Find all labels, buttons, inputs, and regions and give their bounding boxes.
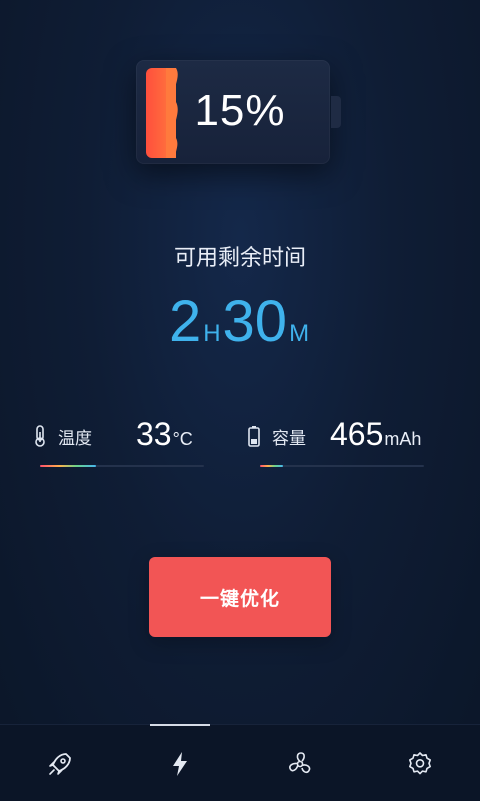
remaining-hours: 2: [168, 289, 202, 354]
temperature-unit: °C: [172, 429, 193, 449]
tab-boost[interactable]: [45, 749, 75, 779]
temperature-value: 33°C: [136, 416, 193, 453]
capacity-stat: 容量: [246, 416, 306, 456]
tab-battery[interactable]: [165, 749, 195, 779]
remaining-time-label: 可用剩余时间: [173, 246, 306, 271]
battery-fill-wave: [166, 68, 178, 158]
one-click-optimize-button[interactable]: 一键优化: [149, 557, 331, 637]
thermometer-icon: [35, 425, 45, 447]
rocket-icon: [49, 753, 71, 775]
battery-terminal: [331, 96, 341, 128]
fan-icon: [289, 752, 311, 774]
tab-settings[interactable]: [405, 749, 435, 779]
temperature-bar-fill: [40, 465, 96, 467]
remaining-hours-unit: H: [203, 320, 221, 347]
battery-icon: [248, 426, 260, 447]
remaining-minutes-unit: M: [289, 320, 310, 347]
temperature-number: 33: [136, 416, 172, 452]
capacity-bar-fill: [260, 465, 283, 467]
capacity-bar: [260, 465, 424, 467]
temperature-bar: [40, 465, 204, 467]
bottom-tab-bar: [0, 724, 480, 801]
capacity-unit: mAh: [384, 429, 422, 449]
tab-cooling[interactable]: [285, 749, 315, 779]
lightning-icon: [173, 752, 187, 776]
remaining-time-value: 2H30M: [0, 288, 480, 355]
capacity-number: 465: [330, 416, 384, 452]
temperature-label: 温度: [58, 428, 92, 449]
capacity-label: 容量: [272, 428, 306, 449]
active-tab-indicator: [150, 724, 210, 726]
capacity-value: 465mAh: [330, 416, 421, 453]
gear-icon: [409, 752, 431, 775]
battery-percent: 15%: [194, 86, 286, 135]
remaining-minutes: 30: [222, 289, 288, 354]
temperature-stat: 温度: [32, 416, 92, 456]
